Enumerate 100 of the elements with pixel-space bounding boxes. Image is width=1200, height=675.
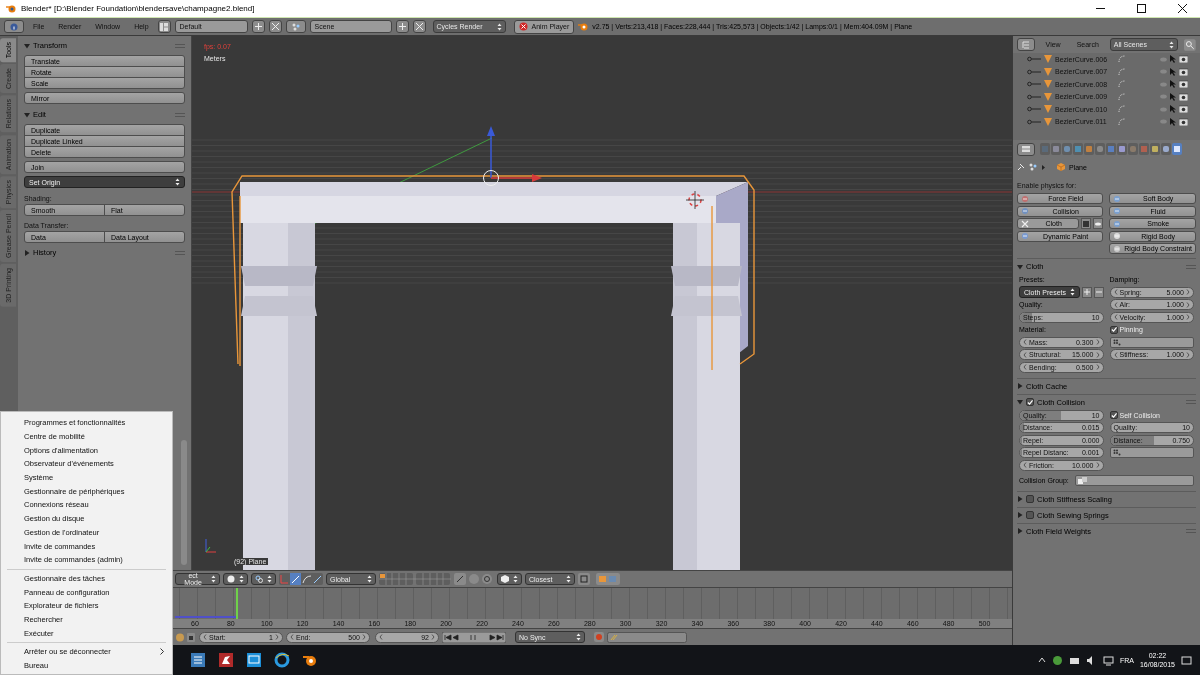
updown-icon (576, 633, 581, 641)
plus-icon (254, 23, 262, 30)
expanded-arrow-icon[interactable] (24, 111, 30, 118)
properties-tab[interactable] (1172, 143, 1182, 155)
minus-icon (1095, 289, 1102, 295)
properties-tab[interactable] (1117, 143, 1127, 155)
physics-icon (1021, 207, 1029, 215)
notification-icon[interactable] (1181, 654, 1192, 666)
physics-icon (1021, 194, 1029, 203)
sphere-icon (227, 575, 235, 583)
document-icon[interactable] (190, 652, 206, 668)
scene-icon (1029, 163, 1038, 171)
manipulator-icons[interactable] (279, 573, 323, 585)
checkbox[interactable] (1026, 495, 1034, 503)
camera-icon[interactable] (1179, 55, 1188, 64)
browser-icon[interactable] (274, 652, 290, 668)
search-icon[interactable] (1184, 38, 1196, 51)
updown-icon (267, 575, 272, 583)
collapsed-arrow-icon[interactable] (1017, 496, 1023, 502)
group-icon (1077, 476, 1087, 484)
properties-tab[interactable] (1073, 143, 1083, 155)
maximize-icon (1136, 4, 1146, 13)
cube-icon (501, 575, 509, 583)
keying-set-field[interactable] (607, 631, 687, 643)
properties-tab[interactable] (1062, 143, 1072, 155)
layout-button[interactable] (157, 20, 171, 33)
physics-icon (1113, 219, 1122, 228)
render-preview-icons[interactable] (578, 573, 620, 585)
chevron-icon (160, 648, 164, 656)
updown-icon (367, 575, 372, 583)
eye-icon (1095, 221, 1102, 226)
properties-tab[interactable] (1051, 143, 1061, 155)
updown-icon (1169, 40, 1175, 49)
collapsed-arrow-icon[interactable] (1017, 512, 1023, 518)
vertex-group-field[interactable] (1109, 336, 1194, 348)
visibility-toggle[interactable] (1093, 218, 1104, 229)
checkbox[interactable] (1026, 511, 1034, 519)
app-icon (6, 4, 16, 13)
outliner-icon (1021, 40, 1030, 49)
shading-dropdown[interactable] (223, 573, 248, 585)
properties-tab[interactable] (1150, 143, 1160, 155)
settings-toggle[interactable] (1081, 218, 1092, 229)
vertex-group-field[interactable] (1109, 447, 1194, 458)
layout-icon (160, 22, 169, 31)
camera-icon[interactable] (1179, 92, 1188, 101)
camera-icon[interactable] (1179, 67, 1188, 76)
camera-icon[interactable] (1179, 117, 1188, 126)
checkbox[interactable] (1109, 411, 1118, 419)
scrollbar[interactable] (181, 440, 187, 565)
expanded-arrow-icon[interactable] (24, 42, 30, 49)
layers-grid-icon[interactable] (379, 573, 451, 585)
pin-icon[interactable] (1017, 163, 1025, 171)
close-icon (415, 23, 423, 30)
properties-tab[interactable] (1095, 143, 1105, 155)
close-icon (1177, 4, 1187, 13)
editor-type-button[interactable] (1017, 38, 1035, 51)
camera-icon[interactable] (1179, 105, 1188, 114)
camera-icon[interactable] (1179, 80, 1188, 89)
editor-type-button[interactable] (1017, 142, 1035, 156)
expanded-arrow-icon[interactable] (1017, 399, 1023, 405)
app-icon[interactable] (218, 652, 234, 668)
window-title: Blender* [D:\Blender Foundation\blendersave\champagne2.blend] (21, 4, 256, 13)
expanded-arrow-icon[interactable] (1017, 263, 1023, 270)
chevron-up-icon[interactable] (1037, 657, 1046, 663)
pivot-dropdown[interactable] (251, 573, 276, 585)
axis-gizmo-icon (205, 538, 217, 553)
updown-icon (513, 575, 518, 583)
add-button[interactable] (251, 20, 265, 33)
pivot-icon (255, 575, 263, 583)
checkmark-icon (1110, 326, 1117, 333)
remove-button[interactable] (1093, 286, 1104, 298)
playback-controls[interactable] (442, 631, 506, 643)
physics-icon (1113, 232, 1122, 240)
network-icon[interactable] (1102, 654, 1114, 666)
transform-gizmo-drawing (483, 126, 542, 186)
collision-group-field[interactable] (1074, 474, 1194, 486)
app-icon (578, 22, 589, 31)
lock-icon[interactable] (176, 631, 196, 643)
cursor-icon (685, 190, 705, 210)
add-button[interactable] (395, 20, 409, 33)
monitor-icon[interactable] (246, 652, 262, 668)
snap-element-dropdown[interactable] (497, 573, 522, 585)
properties-tab[interactable] (1084, 143, 1094, 155)
close-icon (271, 23, 279, 30)
close-button[interactable] (268, 20, 282, 33)
plus-icon (1083, 289, 1090, 295)
collapsed-arrow-icon[interactable] (24, 249, 30, 256)
close-button[interactable] (412, 20, 426, 33)
collapsed-arrow-icon[interactable] (1017, 528, 1023, 534)
scene-button[interactable] (285, 20, 306, 33)
scene-icon (291, 22, 300, 31)
properties-icon (1022, 145, 1030, 153)
vertex-group-icon (1112, 449, 1121, 456)
checkbox[interactable] (1026, 398, 1034, 406)
checkmark-icon (1110, 411, 1117, 419)
editor-type-button[interactable] (4, 20, 24, 33)
add-button[interactable] (1081, 286, 1092, 298)
collapsed-arrow-icon[interactable] (1017, 383, 1023, 389)
properties-tab[interactable] (1161, 143, 1171, 155)
checkbox[interactable] (1109, 325, 1118, 334)
